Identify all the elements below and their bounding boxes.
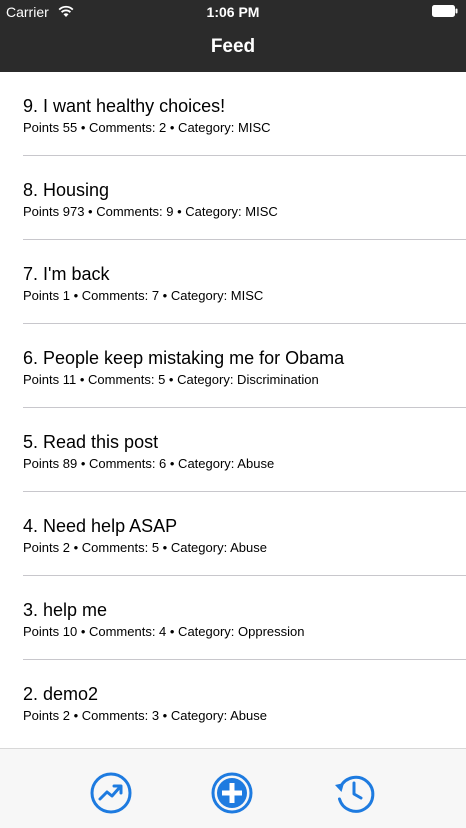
feed-item-meta: Points 89 • Comments: 6 • Category: Abus… — [23, 456, 275, 471]
feed-item[interactable]: 3. help me Points 10 • Comments: 4 • Cat… — [0, 576, 466, 660]
feed-item[interactable]: 5. Read this post Points 89 • Comments: … — [0, 408, 466, 492]
status-time: 1:06 PM — [206, 4, 260, 20]
feed-list[interactable]: 9. I want healthy choices! Points 55 • C… — [0, 72, 466, 748]
feed-item-meta: Points 11 • Comments: 5 • Category: Disc… — [23, 372, 319, 387]
history-icon — [335, 775, 375, 813]
feed-item-meta: Points 2 • Comments: 5 • Category: Abuse — [23, 540, 267, 555]
feed-item-title: 8. Housing — [23, 180, 110, 200]
page-title: Feed — [210, 36, 256, 57]
battery-icon — [432, 5, 458, 17]
feed-item[interactable]: 7. I'm back Points 1 • Comments: 7 • Cat… — [0, 240, 466, 324]
trending-tab-button[interactable] — [89, 771, 133, 815]
feed-item[interactable]: 2. demo2 Points 2 • Comments: 3 • Catego… — [0, 660, 466, 744]
tab-bar — [0, 748, 466, 828]
feed-item-meta: Points 1 • Comments: 7 • Category: MISC — [23, 288, 264, 303]
feed-item[interactable]: 6. People keep mistaking me for Obama Po… — [0, 324, 466, 408]
feed-item[interactable]: 4. Need help ASAP Points 2 • Comments: 5… — [0, 492, 466, 576]
feed-item-title: 9. I want healthy choices! — [23, 96, 226, 116]
navigation-bar: Carrier 1:06 PM Feed — [0, 0, 466, 72]
feed-item[interactable]: 9. I want healthy choices! Points 55 • C… — [0, 72, 466, 156]
feed-item-meta: Points 55 • Comments: 2 • Category: MISC — [23, 120, 271, 135]
feed-item-meta: Points 973 • Comments: 9 • Category: MIS… — [23, 204, 278, 219]
feed-item-title: 2. demo2 — [23, 684, 99, 704]
feed-item-title: 3. help me — [23, 600, 108, 620]
feed-item-meta: Points 2 • Comments: 3 • Category: Abuse — [23, 708, 267, 723]
feed-item-title: 7. I'm back — [23, 264, 110, 284]
feed-item-meta: Points 10 • Comments: 4 • Category: Oppr… — [23, 624, 305, 639]
feed-item-title: 4. Need help ASAP — [23, 516, 178, 536]
feed-item[interactable]: 8. Housing Points 973 • Comments: 9 • Ca… — [0, 156, 466, 240]
history-tab-button[interactable] — [332, 771, 376, 815]
add-post-button[interactable] — [210, 771, 254, 815]
add-circle-icon — [211, 772, 253, 814]
status-bar: Carrier 1:06 PM — [0, 0, 466, 24]
trending-icon — [90, 772, 132, 814]
feed-item-title: 5. Read this post — [23, 432, 159, 452]
feed-item-title: 6. People keep mistaking me for Obama — [23, 348, 345, 368]
